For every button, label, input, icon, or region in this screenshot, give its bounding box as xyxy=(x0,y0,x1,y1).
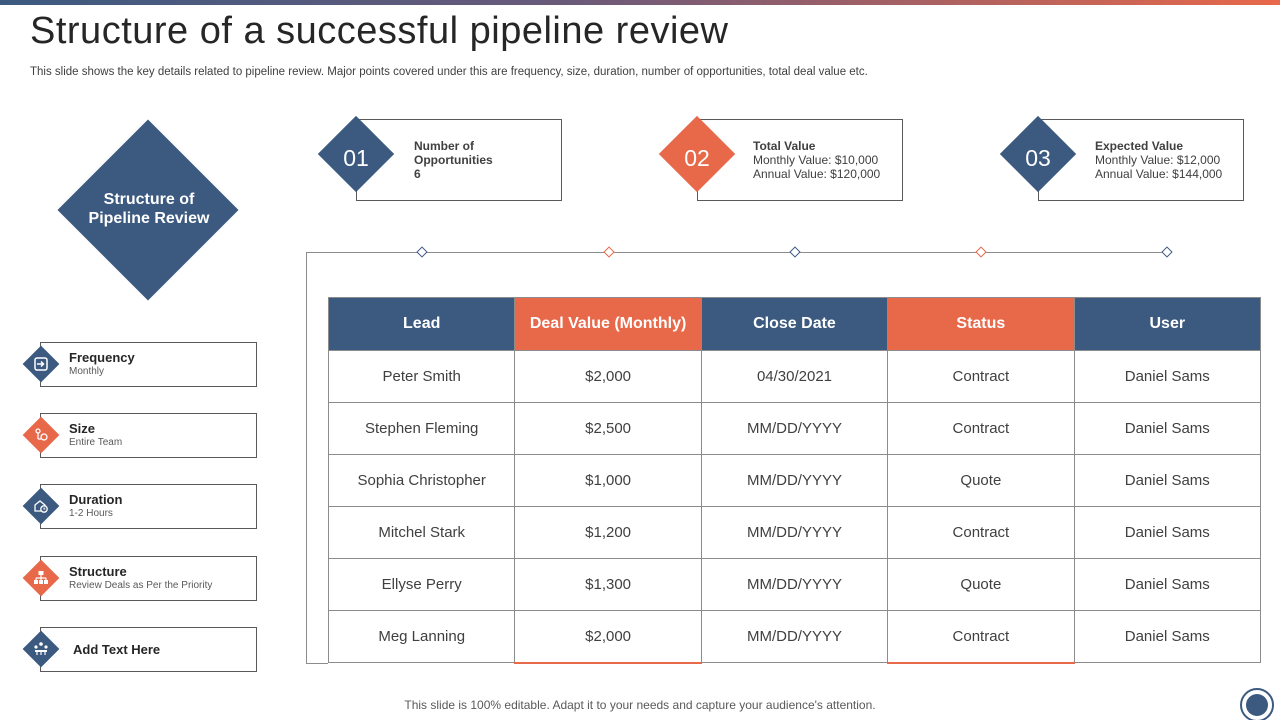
left-item-duration: Duration 1-2 Hours xyxy=(40,484,257,529)
left-item-sub: Review Deals as Per the Priority xyxy=(69,580,213,591)
left-item-title: Add Text Here xyxy=(73,642,161,657)
column-marker xyxy=(416,246,428,258)
header-user: User xyxy=(1073,297,1262,351)
cell-status: Quote xyxy=(887,454,1075,507)
table-row: Mitchel Stark $1,200 MM/DD/YYYY Contract… xyxy=(327,506,1262,559)
card-line: 6 xyxy=(414,167,421,181)
top-accent-bar xyxy=(0,0,1280,5)
card-line: Annual Value: $144,000 xyxy=(1095,167,1223,181)
corner-logo-inner xyxy=(1246,694,1268,716)
cell-deal-value: $2,000 xyxy=(514,350,702,403)
card-number: 03 xyxy=(1025,145,1051,171)
cell-lead: Stephen Fleming xyxy=(327,402,516,455)
cell-deal-value: $2,000 xyxy=(514,610,702,664)
left-item-sub: Monthly xyxy=(69,366,105,377)
page-subtitle: This slide shows the key details related… xyxy=(30,66,868,78)
hierarchy-icon xyxy=(34,571,48,584)
cell-user: Daniel Sams xyxy=(1073,610,1262,663)
cell-user: Daniel Sams xyxy=(1073,454,1262,507)
cell-close-date: MM/DD/YYYY xyxy=(700,506,889,559)
table-row: Ellyse Perry $1,300 MM/DD/YYYY Quote Dan… xyxy=(327,558,1262,611)
connector-line xyxy=(306,252,307,663)
cell-deal-value: $1,300 xyxy=(514,558,702,611)
main-diamond-line2: Pipeline Review xyxy=(88,210,210,227)
column-marker xyxy=(603,246,615,258)
cell-lead: Mitchel Stark xyxy=(327,506,516,559)
table-row: Sophia Christopher $1,000 MM/DD/YYYY Quo… xyxy=(327,454,1262,507)
card-line: Number of xyxy=(414,139,474,153)
cell-close-date: MM/DD/YYYY xyxy=(700,402,889,455)
left-item-size: Size Entire Team xyxy=(40,413,257,458)
table-row: Meg Lanning $2,000 MM/DD/YYYY Contract D… xyxy=(327,610,1262,664)
left-item-title: Frequency xyxy=(69,350,135,365)
meeting-icon xyxy=(34,642,48,655)
cell-lead: Sophia Christopher xyxy=(327,454,516,507)
sign-in-icon xyxy=(34,357,48,371)
card-number: 02 xyxy=(684,145,710,171)
page-title: Structure of a successful pipeline revie… xyxy=(30,10,729,52)
header-status: Status xyxy=(887,297,1075,351)
column-marker xyxy=(1161,246,1173,258)
footer-note: This slide is 100% editable. Adapt it to… xyxy=(404,698,876,712)
cell-lead: Meg Lanning xyxy=(327,610,516,663)
connector-line xyxy=(306,252,1168,253)
main-diamond-line1: Structure of xyxy=(103,191,195,208)
left-item-structure: Structure Review Deals as Per the Priori… xyxy=(40,556,257,601)
cell-lead: Peter Smith xyxy=(327,350,516,403)
table-row: Peter Smith $2,000 04/30/2021 Contract D… xyxy=(327,350,1262,403)
cell-user: Daniel Sams xyxy=(1073,350,1262,403)
card-line: Monthly Value: $12,000 xyxy=(1095,153,1221,167)
cell-close-date: 04/30/2021 xyxy=(700,350,889,403)
cell-status: Contract xyxy=(887,610,1075,664)
cell-deal-value: $1,200 xyxy=(514,506,702,559)
left-item-frequency: Frequency Monthly xyxy=(40,342,257,387)
header-lead: Lead xyxy=(327,297,516,351)
card-line: Annual Value: $120,000 xyxy=(753,167,881,181)
card-line: Total Value xyxy=(753,139,816,153)
table-row: Stephen Fleming $2,500 MM/DD/YYYY Contra… xyxy=(327,402,1262,455)
connector-line xyxy=(306,663,328,664)
cell-deal-value: $2,500 xyxy=(514,402,702,455)
cell-deal-value: $1,000 xyxy=(514,454,702,507)
card-line: Opportunities xyxy=(414,153,493,167)
cell-close-date: MM/DD/YYYY xyxy=(700,558,889,611)
team-size-icon xyxy=(35,428,48,441)
cell-status: Contract xyxy=(887,350,1075,403)
clock-icon xyxy=(34,500,48,513)
card-line: Monthly Value: $10,000 xyxy=(753,153,879,167)
card-line: Expected Value xyxy=(1095,139,1184,153)
left-item-sub: 1-2 Hours xyxy=(69,508,113,519)
cell-status: Contract xyxy=(887,402,1075,455)
cell-status: Quote xyxy=(887,558,1075,611)
header-close-date: Close Date xyxy=(700,297,889,351)
pipeline-table: Lead Deal Value (Monthly) Close Date Sta… xyxy=(327,297,1262,664)
card-number: 01 xyxy=(343,145,369,171)
cell-user: Daniel Sams xyxy=(1073,558,1262,611)
cell-close-date: MM/DD/YYYY xyxy=(700,610,889,663)
column-marker xyxy=(789,246,801,258)
cell-lead: Ellyse Perry xyxy=(327,558,516,611)
header-deal-value: Deal Value (Monthly) xyxy=(514,297,702,351)
cell-status: Contract xyxy=(887,506,1075,559)
cell-user: Daniel Sams xyxy=(1073,402,1262,455)
left-item-title: Duration xyxy=(69,492,123,507)
left-item-title: Size xyxy=(69,421,96,436)
main-diamond-label: Structure of Pipeline Review xyxy=(58,190,240,228)
table-header-row: Lead Deal Value (Monthly) Close Date Sta… xyxy=(327,297,1262,351)
column-marker xyxy=(975,246,987,258)
left-item-add-text: Add Text Here xyxy=(40,627,257,672)
cell-user: Daniel Sams xyxy=(1073,506,1262,559)
left-item-title: Structure xyxy=(69,564,127,579)
left-item-sub: Entire Team xyxy=(69,437,123,448)
cell-close-date: MM/DD/YYYY xyxy=(700,454,889,507)
